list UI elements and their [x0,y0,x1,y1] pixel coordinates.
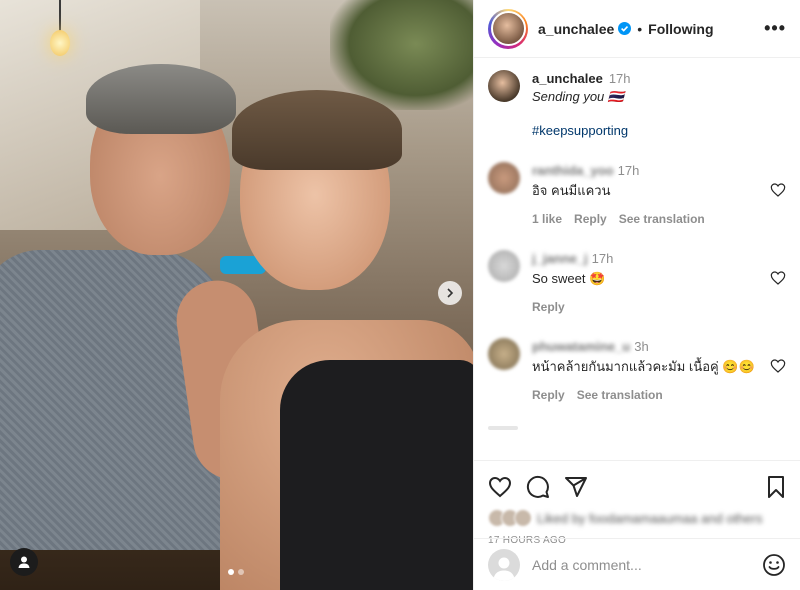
post-photo[interactable] [0,0,473,590]
comment-username[interactable]: phuwatamine_u [532,339,630,354]
see-translation-button[interactable]: See translation [577,386,663,404]
separator: • [637,20,643,37]
share-icon[interactable] [564,475,588,499]
heart-icon[interactable] [488,475,512,499]
comments-list[interactable]: a_unchalee 17h Sending you 🇹🇭 #keepsuppor… [474,58,800,460]
woman-top [280,360,473,590]
avatar [490,11,526,46]
comment-text: อิจ คนมีแควน [532,183,611,198]
post-action-bar: Liked by foodamamaaumaa and others 17 HO… [474,460,800,590]
comment-avatar[interactable] [488,162,520,194]
add-comment-row [474,538,800,590]
action-icons [488,471,788,503]
liked-by[interactable]: Liked by foodamamaaumaa and others [488,507,788,529]
carousel-next-button[interactable] [438,281,462,305]
comment-item: j_janne_j 17h So sweet 🤩 Reply [488,250,786,316]
instagram-post-modal: a_unchalee • Following ••• a_unchalee 17h… [0,0,800,590]
caption-time: 17h [608,71,631,86]
default-avatar-icon [493,557,515,581]
carousel-dot-active [228,569,234,575]
pendant-lamp [50,30,70,56]
emoji-icon[interactable] [762,553,786,577]
comment-actions: 1 like Reply See translation [532,210,762,228]
comment-actions: Reply [532,298,762,316]
post-caption: a_unchalee 17h Sending you 🇹🇭 #keepsuppor… [488,70,786,140]
comment-likes[interactable]: 1 like [532,210,562,228]
user-tag-button[interactable] [10,548,38,576]
caption-body: a_unchalee 17h Sending you 🇹🇭 #keepsuppor… [532,70,631,140]
next-comment-peek [488,426,518,430]
comment-icon[interactable] [526,475,550,499]
header-username[interactable]: a_unchalee [538,21,614,37]
following-button[interactable]: Following [648,21,713,37]
comment-reply-button[interactable]: Reply [532,386,565,404]
comment-username[interactable]: j_janne_j [532,251,588,266]
man-hair [86,64,236,134]
lamp-wire [59,0,61,32]
comment-time: 17h [591,251,614,266]
comment-text: หน้าคล้ายกันมากแล้วคะมัม เนื้อคู่ 😊😊 [532,359,755,374]
comment-body: j_janne_j 17h So sweet 🤩 Reply [532,250,762,316]
photo-woman [220,90,473,590]
caption-avatar[interactable] [488,70,520,102]
liked-by-text[interactable]: Liked by foodamamaaumaa and others [537,511,762,526]
heart-icon[interactable] [770,182,786,198]
carousel-dots [228,569,244,575]
comment-item: phuwatamine_u 3h หน้าคล้ายกันมากแล้วคะมัม… [488,338,786,404]
comment-time: 17h [617,163,640,178]
comment-time: 3h [634,339,649,354]
see-translation-button[interactable]: See translation [619,210,705,228]
caption-username[interactable]: a_unchalee [532,71,603,86]
comment-reply-button[interactable]: Reply [574,210,607,228]
current-user-avatar [488,548,520,581]
post-header: a_unchalee • Following ••• [474,0,800,58]
carousel-dot [238,569,244,575]
comment-item: ranthida_yoo 17h อิจ คนมีแควน 1 like Repl… [488,162,786,228]
comment-avatar[interactable] [488,250,520,282]
comment-body: ranthida_yoo 17h อิจ คนมีแควน 1 like Repl… [532,162,762,228]
verified-badge-icon [618,22,632,35]
comment-body: phuwatamine_u 3h หน้าคล้ายกันมากแล้วคะมัม… [532,338,762,404]
heart-icon[interactable] [770,358,786,374]
post-side-panel: a_unchalee • Following ••• a_unchalee 17h… [473,0,800,590]
story-ring-avatar[interactable] [488,8,528,49]
woman-hair [232,90,402,170]
heart-icon[interactable] [770,270,786,286]
comment-username[interactable]: ranthida_yoo [532,163,614,178]
comment-reply-button[interactable]: Reply [532,298,565,316]
caption-hashtag[interactable]: #keepsupporting [532,122,631,140]
chevron-right-icon [447,288,454,298]
user-tag-icon [18,556,30,568]
comment-actions: Reply See translation [532,386,762,404]
bookmark-icon[interactable] [764,475,788,499]
caption-message: Sending you 🇹🇭 [532,89,625,104]
comment-avatar[interactable] [488,338,520,370]
comment-text: So sweet 🤩 [532,271,606,286]
comment-input[interactable] [532,556,732,573]
more-icon[interactable]: ••• [764,18,786,39]
liker-avatar [514,509,532,527]
